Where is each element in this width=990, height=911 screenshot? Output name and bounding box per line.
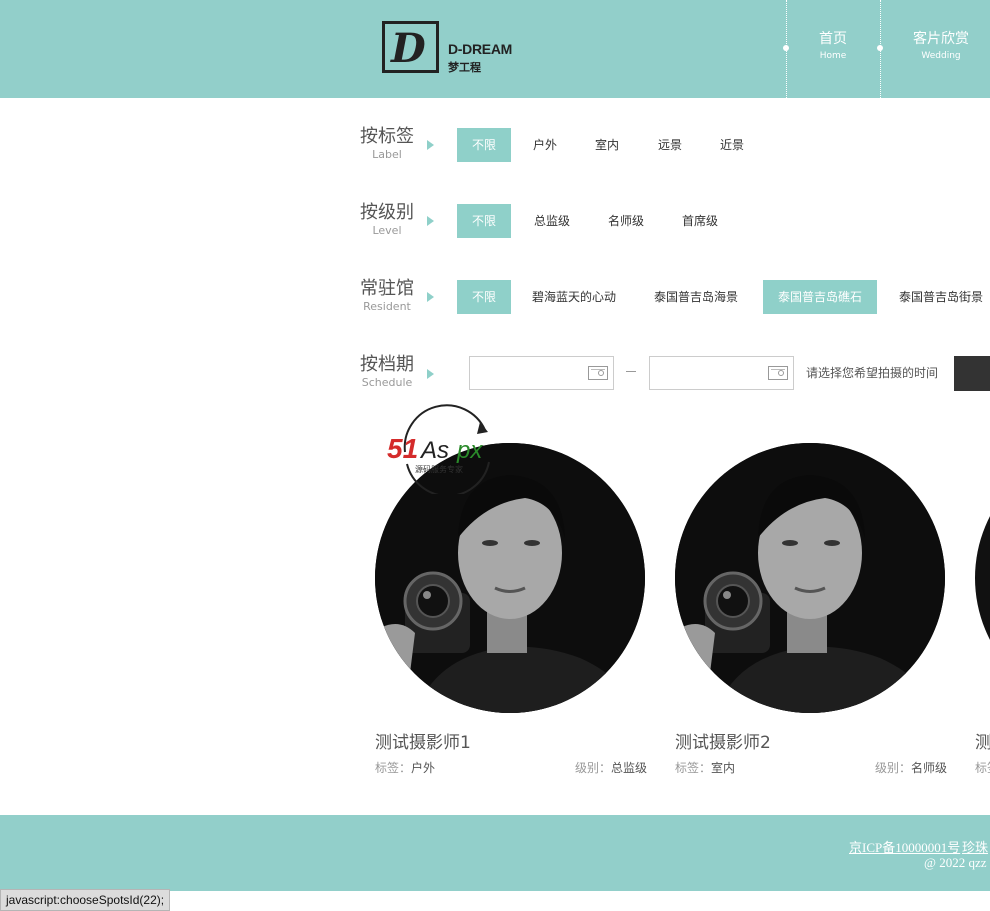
filter-option-all[interactable]: 不限 bbox=[457, 128, 511, 162]
svg-text:51: 51 bbox=[387, 433, 418, 464]
site-logo[interactable]: D D-DREAM 梦工程 bbox=[382, 21, 522, 77]
level-label: 级别： bbox=[574, 761, 611, 775]
nav-item-home[interactable]: 首页 Home bbox=[798, 30, 868, 64]
calendar-icon[interactable] bbox=[588, 366, 608, 380]
photographer-avatar[interactable] bbox=[675, 443, 945, 713]
filter-option[interactable]: 首席级 bbox=[674, 204, 726, 238]
date-range-dash bbox=[626, 371, 636, 372]
photographer-avatar[interactable] bbox=[975, 443, 990, 713]
site-footer: 京ICP备10000001号 珍珠 @ 2022 qzz bbox=[0, 815, 990, 891]
tag-value: 室内 bbox=[711, 761, 736, 775]
filter-option-all[interactable]: 不限 bbox=[457, 204, 511, 238]
filter-option[interactable]: 室内 bbox=[583, 128, 631, 162]
filter-title-cn: 按标签 bbox=[360, 126, 414, 147]
filter-title: 常驻馆 Resident bbox=[360, 278, 414, 314]
filter-title-cn: 按级别 bbox=[360, 202, 414, 223]
filter-title-cn: 常驻馆 bbox=[360, 278, 414, 299]
nav-wedding-sublabel: Wedding bbox=[921, 51, 961, 61]
icp-link[interactable]: 京ICP备10000001号 bbox=[849, 837, 960, 856]
filter-option[interactable]: 户外 bbox=[521, 128, 569, 162]
logo-d-letter: D bbox=[391, 25, 426, 72]
watermark-logo: 51 As px 源码服务专家 bbox=[385, 402, 515, 497]
filter-option[interactable]: 泰国普吉岛海景 bbox=[648, 280, 744, 314]
photographer-name[interactable]: 测试摄影师2 bbox=[675, 728, 771, 753]
logo-text-en: D-DREAM bbox=[448, 41, 513, 57]
photographer-level: 级别：总监级 bbox=[575, 759, 647, 776]
arrow-right-icon bbox=[427, 369, 434, 379]
filter-option-all[interactable]: 不限 bbox=[457, 280, 511, 314]
nav-home-label: 首页 bbox=[819, 31, 847, 47]
nav-dot-icon bbox=[877, 45, 883, 51]
arrow-right-icon bbox=[427, 140, 434, 150]
filter-option-selected[interactable]: 泰国普吉岛礁石 bbox=[763, 280, 877, 314]
filter-title-cn: 按档期 bbox=[360, 354, 414, 375]
filter-title: 按档期 Schedule bbox=[360, 354, 414, 390]
schedule-hint: 请选择您希望拍摄的时间 bbox=[806, 366, 939, 380]
tag-value: 户外 bbox=[411, 761, 436, 775]
level-label: 级别： bbox=[874, 761, 911, 775]
svg-text:源码服务专家: 源码服务专家 bbox=[415, 464, 463, 474]
search-button[interactable] bbox=[954, 356, 990, 391]
filter-row-schedule: 按档期 Schedule 请选择您希望拍摄的时间 bbox=[360, 346, 990, 396]
filter-title-en: Resident bbox=[363, 300, 411, 313]
site-header: D D-DREAM 梦工程 首页 Home 客片欣赏 Wedding bbox=[0, 0, 990, 98]
logo-mark: D bbox=[382, 21, 439, 73]
nav-dot-icon bbox=[783, 45, 789, 51]
photographer-tag: 标签：户外 bbox=[375, 759, 435, 776]
filter-title-en: Level bbox=[372, 224, 402, 237]
level-value: 总监级 bbox=[610, 761, 647, 775]
filter-option[interactable]: 远景 bbox=[646, 128, 694, 162]
svg-text:px: px bbox=[456, 437, 483, 464]
filter-title-en: Label bbox=[372, 148, 402, 161]
photographer-tag: 标签 bbox=[975, 761, 990, 775]
calendar-icon[interactable] bbox=[768, 366, 788, 380]
filter-option[interactable]: 总监级 bbox=[526, 204, 578, 238]
filter-row-label: 按标签 Label 不限 户外 室内 远景 近景 bbox=[360, 126, 990, 166]
photographer-tag: 标签：室内 bbox=[675, 759, 735, 776]
start-date-input[interactable] bbox=[469, 356, 614, 390]
tag-label: 标签： bbox=[375, 761, 412, 775]
copyright: @ 2022 qzz bbox=[924, 855, 987, 870]
end-date-input[interactable] bbox=[649, 356, 794, 390]
filter-title: 按标签 Label bbox=[360, 126, 414, 162]
photographer-name[interactable]: 测 bbox=[975, 728, 990, 753]
browser-status-bar: javascript:chooseSpotsId(22); bbox=[0, 889, 171, 911]
arrow-right-icon bbox=[427, 216, 434, 226]
filter-title: 按级别 Level bbox=[360, 202, 414, 238]
filter-option[interactable]: 泰国普吉岛街景 bbox=[892, 280, 990, 314]
logo-text-cn: 梦工程 bbox=[448, 61, 481, 74]
footer-link[interactable]: 珍珠 bbox=[962, 837, 988, 856]
filter-option[interactable]: 近景 bbox=[708, 128, 756, 162]
filter-row-resident: 常驻馆 Resident 不限 碧海蓝天的心动 泰国普吉岛海景 泰国普吉岛礁石 … bbox=[360, 278, 990, 318]
tag-label: 标签： bbox=[675, 761, 712, 775]
nav-home-sublabel: Home bbox=[819, 51, 847, 61]
filter-option[interactable]: 名师级 bbox=[600, 204, 652, 238]
level-value: 名师级 bbox=[910, 761, 947, 775]
filter-option[interactable]: 碧海蓝天的心动 bbox=[526, 280, 622, 314]
photographer-name[interactable]: 测试摄影师1 bbox=[375, 728, 471, 753]
photographer-card[interactable]: 测 标签 bbox=[975, 443, 990, 783]
filter-row-level: 按级别 Level 不限 总监级 名师级 首席级 bbox=[360, 202, 990, 242]
filter-title-en: Schedule bbox=[361, 376, 413, 389]
nav-wedding-label: 客片欣赏 bbox=[913, 31, 969, 47]
nav-item-wedding[interactable]: 客片欣赏 Wedding bbox=[906, 30, 976, 64]
photographer-level: 级别：名师级 bbox=[875, 759, 947, 776]
arrow-right-icon bbox=[427, 292, 434, 302]
photographer-card[interactable]: 测试摄影师2 标签：室内 级别：名师级 bbox=[675, 443, 947, 783]
svg-text:As: As bbox=[419, 437, 449, 464]
